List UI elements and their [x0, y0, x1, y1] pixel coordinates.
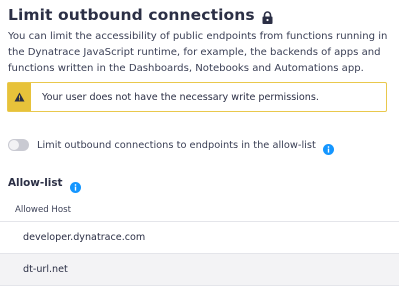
allow-list-title: Allow-list: [8, 177, 63, 189]
allowed-host-cell: dt-url.net: [23, 264, 68, 275]
warning-triangle-icon: [14, 92, 25, 102]
toggle-knob: [9, 140, 19, 150]
info-icon[interactable]: [69, 178, 81, 193]
page-description: You can limit the accessibility of publi…: [8, 31, 388, 74]
allow-list-toggle-row: Limit outbound connections to endpoints …: [8, 139, 334, 155]
lock-icon: [262, 9, 273, 24]
page-header: Limit outbound connections: [8, 6, 273, 24]
page-title: Limit outbound connections: [8, 6, 255, 24]
info-icon[interactable]: [322, 140, 334, 155]
allow-list-table: Allowed Host developer.dynatrace.com dt-…: [0, 199, 399, 286]
column-header-allowed-host: Allowed Host: [0, 199, 399, 222]
warning-text: Your user does not have the necessary wr…: [42, 91, 319, 103]
allow-list-header: Allow-list: [8, 177, 81, 193]
warning-icon-container: [8, 83, 31, 111]
table-row[interactable]: developer.dynatrace.com: [0, 222, 399, 254]
permission-warning-banner: Your user does not have the necessary wr…: [7, 82, 387, 112]
allowed-host-cell: developer.dynatrace.com: [23, 232, 146, 243]
limit-connections-toggle[interactable]: [8, 139, 29, 151]
toggle-label: Limit outbound connections to endpoints …: [37, 139, 316, 151]
table-row[interactable]: dt-url.net: [0, 254, 399, 286]
